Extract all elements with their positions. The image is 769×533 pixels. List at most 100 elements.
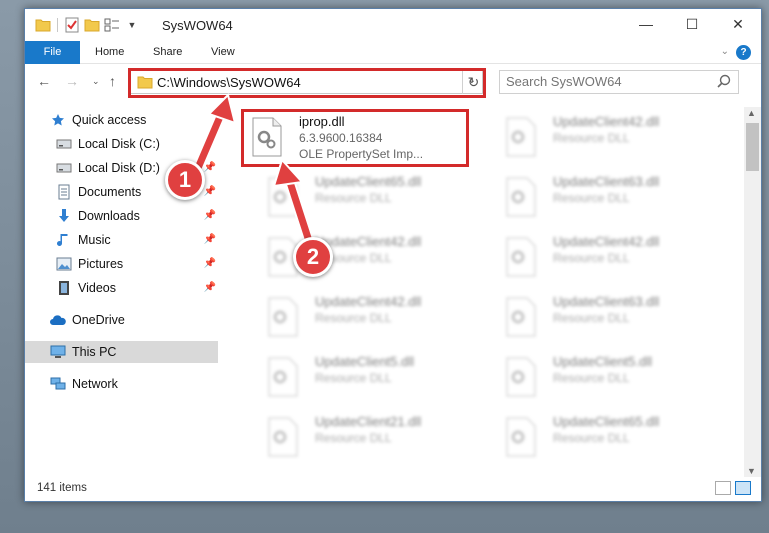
toolbar-separator — [57, 18, 58, 32]
file-name: UpdateClient42.dll — [315, 294, 422, 309]
sidebar-item-onedrive[interactable]: OneDrive — [25, 309, 218, 331]
file-type: Resource DLL — [553, 311, 630, 325]
sidebar-item-label: Videos — [78, 281, 116, 295]
pin-icon[interactable]: 📌 — [204, 186, 216, 197]
expand-ribbon-icon[interactable]: ⌄ — [721, 46, 729, 57]
sidebar-item-local-disk-c[interactable]: Local Disk (C:) 📌 — [25, 133, 218, 155]
dll-file-icon — [505, 177, 537, 217]
file-tile[interactable]: UpdateClient42.dll Resource DLL — [497, 111, 717, 163]
folder-icon[interactable] — [35, 17, 51, 33]
item-count: 141 items — [37, 482, 87, 494]
pin-icon[interactable]: 📌 — [204, 234, 216, 245]
file-name: UpdateClient65.dll — [315, 174, 422, 189]
close-button[interactable]: ✕ — [715, 9, 761, 39]
search-input[interactable] — [506, 74, 706, 89]
explorer-window: ▼ SysWOW64 — ☐ ✕ File Home Share View ⌄ … — [24, 8, 762, 502]
chevron-down-icon[interactable]: ▼ — [124, 17, 140, 33]
search-icon — [717, 74, 731, 91]
customize-view-icon[interactable] — [104, 17, 120, 33]
file-tile[interactable]: UpdateClient63.dll Resource DLL — [497, 291, 717, 343]
network-icon — [49, 376, 67, 392]
pin-icon[interactable]: 📌 — [204, 282, 216, 293]
view-switcher — [715, 481, 751, 495]
dll-file-icon — [505, 417, 537, 457]
dll-file-icon — [267, 357, 299, 397]
tab-share[interactable]: Share — [153, 41, 182, 64]
file-name: UpdateClient42.dll — [315, 234, 422, 249]
file-tile[interactable]: UpdateClient5.dll Resource DLL — [259, 351, 479, 403]
sidebar-item-music[interactable]: Music 📌 — [25, 229, 218, 251]
file-tile[interactable]: UpdateClient5.dll Resource DLL — [497, 351, 717, 403]
file-type: Resource DLL — [553, 251, 630, 265]
sidebar-item-label: Local Disk (D:) — [78, 161, 160, 175]
search-box[interactable] — [499, 70, 739, 94]
video-icon — [55, 280, 73, 296]
up-arrow-icon[interactable]: ↑ — [109, 73, 116, 89]
cloud-icon — [49, 312, 67, 328]
file-type: Resource DLL — [553, 191, 630, 205]
sidebar-item-this-pc[interactable]: This PC — [25, 341, 218, 363]
tab-home[interactable]: Home — [95, 41, 124, 64]
dll-file-icon — [267, 177, 299, 217]
address-highlight-box — [128, 68, 486, 98]
scroll-down-icon[interactable]: ▼ — [747, 466, 756, 476]
sidebar-item-label: Documents — [78, 185, 142, 199]
file-type: Resource DLL — [315, 191, 392, 205]
sidebar-item-network[interactable]: Network — [25, 373, 218, 395]
recent-locations-icon[interactable]: ⌄ — [92, 76, 100, 87]
help-icon[interactable]: ? — [736, 45, 751, 60]
file-name: UpdateClient42.dll — [553, 114, 660, 129]
file-tile[interactable]: UpdateClient65.dll Resource DLL — [497, 411, 717, 463]
dll-file-icon — [267, 297, 299, 337]
sidebar-item-pictures[interactable]: Pictures 📌 — [25, 253, 218, 275]
file-name: UpdateClient5.dll — [315, 354, 415, 369]
file-tile[interactable]: UpdateClient42.dll Resource DLL — [259, 291, 479, 343]
star-icon — [49, 112, 67, 128]
dll-file-icon — [505, 297, 537, 337]
dll-file-icon — [505, 117, 537, 157]
file-tile[interactable]: UpdateClient63.dll Resource DLL — [497, 171, 717, 223]
sidebar-item-quick-access[interactable]: Quick access — [25, 109, 218, 131]
file-tile[interactable]: UpdateClient21.dll Resource DLL — [259, 411, 479, 463]
back-arrow-icon[interactable]: ← — [37, 73, 51, 89]
pin-icon[interactable]: 📌 — [204, 162, 216, 173]
sidebar-item-downloads[interactable]: Downloads 📌 — [25, 205, 218, 227]
dll-file-icon — [505, 237, 537, 277]
forward-arrow-icon[interactable]: → — [65, 73, 79, 89]
tab-view[interactable]: View — [211, 41, 235, 64]
scroll-up-icon[interactable]: ▲ — [747, 108, 756, 118]
sidebar-item-videos[interactable]: Videos 📌 — [25, 277, 218, 299]
sidebar-item-label: OneDrive — [72, 313, 125, 327]
sidebar-item-label: Pictures — [78, 257, 124, 271]
tab-file[interactable]: File — [25, 41, 80, 64]
file-name: UpdateClient65.dll — [553, 414, 660, 429]
file-name: UpdateClient63.dll — [553, 174, 660, 189]
scroll-thumb[interactable] — [746, 123, 759, 171]
sidebar-item-label: Downloads — [78, 209, 140, 223]
file-name: UpdateClient42.dll — [553, 234, 660, 249]
dll-file-icon — [267, 417, 299, 457]
file-tile[interactable]: UpdateClient65.dll Resource DLL — [259, 171, 479, 223]
window-controls: — ☐ ✕ — [623, 9, 761, 39]
pin-icon[interactable]: 📌 — [204, 210, 216, 221]
new-folder-icon[interactable] — [84, 17, 100, 33]
step-badge-1: 1 — [165, 160, 205, 200]
sidebar-item-label: Quick access — [72, 113, 147, 127]
large-icons-view-icon[interactable] — [735, 481, 751, 495]
vertical-scrollbar[interactable]: ▲ ▼ — [744, 107, 761, 477]
file-tile[interactable]: UpdateClient42.dll Resource DLL — [497, 231, 717, 283]
file-name: UpdateClient63.dll — [553, 294, 660, 309]
details-view-icon[interactable] — [715, 481, 731, 495]
pictures-icon — [55, 256, 73, 272]
file-tile[interactable]: UpdateClient42.dll Resource DLL — [259, 231, 479, 283]
minimize-button[interactable]: — — [623, 9, 669, 39]
music-icon — [55, 232, 73, 248]
pin-icon[interactable]: 📌 — [204, 138, 216, 149]
window-title: SysWOW64 — [162, 18, 233, 33]
sidebar-item-label: This PC — [72, 345, 117, 359]
pin-icon[interactable]: 📌 — [204, 258, 216, 269]
file-type: Resource DLL — [315, 371, 392, 385]
maximize-button[interactable]: ☐ — [669, 9, 715, 39]
properties-icon[interactable] — [64, 17, 80, 33]
file-type: Resource DLL — [553, 131, 630, 145]
